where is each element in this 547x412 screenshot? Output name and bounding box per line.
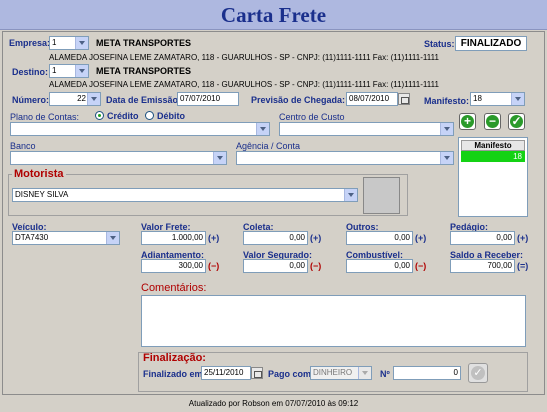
finalizado-label: Finalizado em: <box>143 369 206 379</box>
comentarios-title: Comentários: <box>141 282 207 294</box>
manifesto-select[interactable]: 18 <box>470 92 525 106</box>
agencia-label: Agência / Conta <box>236 141 301 151</box>
outros-input[interactable]: 0,00 <box>346 231 413 245</box>
veiculo-select[interactable]: DTA7430 <box>12 231 120 245</box>
comentarios-textarea[interactable] <box>141 295 526 347</box>
manifesto-value: 18 <box>473 94 482 103</box>
pedagio-input[interactable]: 0,00 <box>450 231 515 245</box>
centro-label: Centro de Custo <box>279 112 345 122</box>
valor-frete-op: (+) <box>208 233 220 243</box>
combustivel-input[interactable]: 0,00 <box>346 259 413 273</box>
status-label: Status: <box>424 39 455 49</box>
destino-select[interactable]: 1 <box>49 64 89 78</box>
valor-segurado-input[interactable]: 0,00 <box>243 259 308 273</box>
empresa-address: ALAMEDA JOSEFINA LEME ZAMATARO, 118 - GU… <box>49 53 439 62</box>
chevron-down-icon <box>75 65 88 77</box>
chevron-down-icon <box>440 123 453 135</box>
chevron-down-icon <box>106 232 119 244</box>
credito-label: Crédito <box>107 111 139 121</box>
valor-segurado-op: (−) <box>310 261 322 271</box>
saldo-input[interactable]: 700,00 <box>450 259 515 273</box>
list-item[interactable]: 18 <box>461 151 525 162</box>
emissao-label: Data de Emissão: <box>106 95 182 105</box>
saldo-op: (=) <box>517 261 529 271</box>
adiantamento-op: (−) <box>208 261 220 271</box>
manifesto-label: Manifesto: <box>424 96 469 106</box>
motorista-title: Motorista <box>12 168 66 180</box>
combustivel-op: (−) <box>415 261 427 271</box>
emissao-input[interactable]: 07/07/2010 <box>177 92 239 106</box>
agencia-select[interactable] <box>236 151 454 165</box>
plano-label: Plano de Contas: <box>10 112 80 122</box>
centro-select[interactable] <box>279 122 454 136</box>
adiantamento-input[interactable]: 300,00 <box>141 259 206 273</box>
title-bar: Carta Frete <box>0 0 547 30</box>
numero-select[interactable]: 22 <box>49 92 101 106</box>
manifesto-list-header[interactable]: Manifesto <box>461 140 525 151</box>
page-title: Carta Frete <box>220 3 327 27</box>
manifesto-list[interactable]: Manifesto 18 <box>458 137 528 217</box>
motorista-photo <box>363 177 400 214</box>
debito-radio[interactable] <box>145 111 154 120</box>
minus-icon: − <box>486 115 499 128</box>
empresa-select[interactable]: 1 <box>49 36 89 50</box>
destino-label: Destino: <box>12 67 48 77</box>
finalizado-input[interactable]: 25/11/2010 <box>201 366 251 380</box>
pedagio-op: (+) <box>517 233 529 243</box>
chevron-down-icon <box>511 93 524 105</box>
banco-select[interactable] <box>10 151 227 165</box>
destino-code: 1 <box>52 66 57 75</box>
coleta-input[interactable]: 0,00 <box>243 231 308 245</box>
footer-updated: Atualizado por Robson em 07/07/2010 às 0… <box>188 399 359 408</box>
credito-radio[interactable] <box>95 111 104 120</box>
plus-icon: + <box>461 115 474 128</box>
empresa-label: Empresa: <box>9 38 51 48</box>
empresa-code: 1 <box>52 38 57 47</box>
remove-button[interactable]: − <box>484 113 501 130</box>
destino-name: META TRANSPORTES <box>96 66 192 76</box>
motorista-value: DISNEY SILVA <box>15 190 69 199</box>
previsao-input[interactable]: 08/07/2010 <box>346 92 398 106</box>
confirm-button[interactable]: ✓ <box>508 113 525 130</box>
previsao-label: Previsão de Chegada: <box>251 95 346 105</box>
numero-label: Número: <box>12 95 50 105</box>
finalizar-button[interactable]: ✓ <box>468 363 488 383</box>
chevron-down-icon <box>344 189 357 201</box>
destino-address: ALAMEDA JOSEFINA LEME ZAMATARO, 118 - GU… <box>49 80 439 89</box>
valor-frete-input[interactable]: 1.000,00 <box>141 231 206 245</box>
pago-select[interactable]: DINHEIRO <box>310 366 372 380</box>
chevron-down-icon <box>358 367 371 379</box>
chevron-down-icon <box>440 152 453 164</box>
check-icon: ✓ <box>471 366 485 380</box>
add-button[interactable]: + <box>459 113 476 130</box>
banco-label: Banco <box>10 141 36 151</box>
chevron-down-icon <box>256 123 269 135</box>
debito-label: Débito <box>157 111 185 121</box>
check-icon: ✓ <box>510 114 523 128</box>
coleta-op: (+) <box>310 233 322 243</box>
plano-select[interactable] <box>10 122 270 136</box>
chevron-down-icon <box>75 37 88 49</box>
chevron-down-icon <box>213 152 226 164</box>
motorista-select[interactable]: DISNEY SILVA <box>12 188 358 202</box>
outros-op: (+) <box>415 233 427 243</box>
numero-pagamento-input[interactable]: 0 <box>393 366 461 380</box>
numero-value: 22 <box>77 94 86 103</box>
pago-value: DINHEIRO <box>313 368 353 377</box>
empresa-name: META TRANSPORTES <box>96 38 192 48</box>
calendar-icon[interactable] <box>398 93 410 105</box>
pago-label: Pago com: <box>268 369 315 379</box>
chevron-down-icon <box>87 93 100 105</box>
veiculo-value: DTA7430 <box>15 233 49 242</box>
numero-pagamento-label: Nº <box>380 369 390 379</box>
calendar-icon[interactable] <box>251 367 263 379</box>
finalizacao-title: Finalização: <box>143 352 206 364</box>
status-badge: FINALIZADO <box>455 36 527 51</box>
